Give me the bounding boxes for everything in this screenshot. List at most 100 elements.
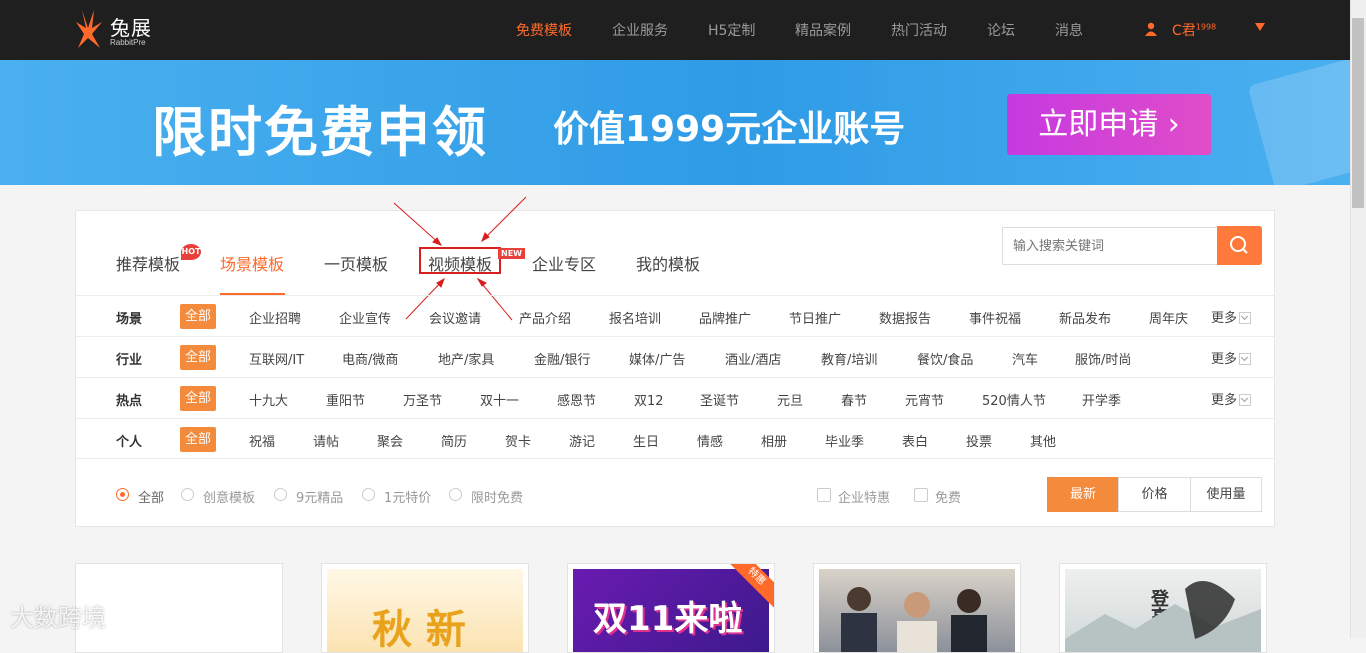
more-button[interactable]: 更多	[1211, 389, 1252, 408]
filter-item[interactable]: 新品发布	[1059, 308, 1111, 327]
user-name-text: C君	[1172, 23, 1196, 39]
more-button[interactable]: 更多	[1211, 348, 1252, 367]
template-card[interactable]: 秋 新	[321, 563, 529, 653]
filter-item[interactable]: 圣诞节	[700, 390, 739, 409]
filter-item[interactable]: 企业宣传	[339, 308, 391, 327]
radio-all[interactable]	[116, 488, 129, 501]
radio-label[interactable]: 9元精品	[296, 487, 343, 506]
filter-item[interactable]: 毕业季	[825, 431, 864, 450]
sort-usage-button[interactable]: 使用量	[1190, 477, 1262, 512]
filter-item[interactable]: 电商/微商	[342, 349, 398, 368]
template-card[interactable]: 双11来啦 特惠	[567, 563, 775, 653]
search-button[interactable]	[1217, 226, 1262, 265]
tab-recommended[interactable]: 推荐模板	[116, 251, 180, 275]
checkbox-free[interactable]	[914, 488, 928, 502]
nav-h5-custom[interactable]: H5定制	[708, 20, 755, 40]
filter-item[interactable]: 媒体/广告	[629, 349, 685, 368]
filter-item[interactable]: 会议邀请	[429, 308, 481, 327]
filter-item[interactable]: 汽车	[1012, 349, 1038, 368]
filter-item[interactable]: 情感	[697, 431, 723, 450]
apply-now-button[interactable]: 立即申请 ›	[1007, 94, 1211, 155]
filter-item[interactable]: 520情人节	[982, 390, 1046, 409]
nav-forum[interactable]: 论坛	[987, 20, 1015, 40]
nav-messages[interactable]: 消息	[1055, 20, 1083, 40]
filter-all-button[interactable]: 全部	[180, 304, 216, 329]
filter-item[interactable]: 地产/家具	[438, 349, 494, 368]
filter-item[interactable]: 服饰/时尚	[1075, 349, 1131, 368]
filter-item[interactable]: 其他	[1030, 431, 1056, 450]
template-card[interactable]: 登高望	[1059, 563, 1267, 653]
filter-item[interactable]: 产品介绍	[519, 308, 571, 327]
checkbox-label[interactable]: 企业特惠	[838, 487, 890, 506]
search-input[interactable]	[1002, 227, 1218, 265]
logo-subtext: RabbitPre	[110, 38, 146, 47]
checkbox-label[interactable]: 免费	[935, 487, 961, 506]
top-navbar: 兔展 RabbitPre 免费模板 企业服务 H5定制 精品案例 热门活动 论坛…	[0, 0, 1350, 60]
filter-all-button[interactable]: 全部	[180, 345, 216, 370]
radio-premium[interactable]	[274, 488, 287, 501]
filter-item[interactable]: 表白	[902, 431, 928, 450]
filter-item[interactable]: 开学季	[1082, 390, 1121, 409]
sort-newest-button[interactable]: 最新	[1047, 477, 1119, 512]
filter-item[interactable]: 教育/培训	[821, 349, 877, 368]
filter-item[interactable]: 聚会	[377, 431, 403, 450]
filter-item[interactable]: 报名培训	[609, 308, 661, 327]
filter-item[interactable]: 事件祝福	[969, 308, 1021, 327]
template-filter-panel: 推荐模板 HOT 场景模板 一页模板 视频模板 NEW 企业专区 我的模板 场景…	[75, 196, 1275, 527]
filter-item[interactable]: 游记	[569, 431, 595, 450]
radio-label[interactable]: 创意模板	[203, 487, 255, 506]
nav-events[interactable]: 热门活动	[891, 20, 947, 40]
filter-item[interactable]: 互联网/IT	[249, 349, 304, 368]
filter-item[interactable]: 感恩节	[557, 390, 596, 409]
radio-limited-free[interactable]	[449, 488, 462, 501]
filter-item[interactable]: 简历	[441, 431, 467, 450]
promo-banner[interactable]: 限时免费申领 价值1999元企业账号 立即申请 ›	[0, 60, 1350, 185]
filter-item[interactable]: 双12	[634, 390, 664, 409]
scrollbar-thumb[interactable]	[1352, 18, 1364, 208]
filter-item[interactable]: 请帖	[313, 431, 339, 450]
filter-item[interactable]: 企业招聘	[249, 308, 301, 327]
filter-item[interactable]: 金融/银行	[534, 349, 590, 368]
filter-item[interactable]: 酒业/酒店	[725, 349, 781, 368]
filter-item[interactable]: 双十一	[480, 390, 519, 409]
tab-single-page[interactable]: 一页模板	[324, 251, 388, 275]
tab-scene[interactable]: 场景模板	[220, 251, 284, 275]
filter-item[interactable]: 重阳节	[326, 390, 365, 409]
filter-item[interactable]: 品牌推广	[699, 308, 751, 327]
filter-item[interactable]: 春节	[841, 390, 867, 409]
filter-item[interactable]: 周年庆	[1149, 308, 1188, 327]
tab-my-templates[interactable]: 我的模板	[636, 251, 700, 275]
radio-label[interactable]: 全部	[138, 487, 164, 506]
search-icon	[1230, 236, 1248, 254]
filter-all-button[interactable]: 全部	[180, 386, 216, 411]
logo[interactable]: 兔展 RabbitPre	[76, 8, 166, 52]
filter-all-button[interactable]: 全部	[180, 427, 216, 452]
sort-price-button[interactable]: 价格	[1118, 477, 1191, 512]
filter-item[interactable]: 数据报告	[879, 308, 931, 327]
filter-item[interactable]: 元旦	[777, 390, 803, 409]
filter-row-label: 场景	[116, 312, 143, 327]
filter-item[interactable]: 元宵节	[905, 390, 944, 409]
user-dropdown-icon[interactable]	[1255, 23, 1265, 31]
template-card[interactable]	[813, 563, 1021, 653]
filter-item[interactable]: 投票	[966, 431, 992, 450]
checkbox-enterprise-offer[interactable]	[817, 488, 831, 502]
more-button[interactable]: 更多	[1211, 307, 1252, 326]
filter-item[interactable]: 餐饮/食品	[917, 349, 973, 368]
radio-discount[interactable]	[362, 488, 375, 501]
nav-enterprise-service[interactable]: 企业服务	[612, 20, 668, 40]
filter-item[interactable]: 生日	[633, 431, 659, 450]
filter-item[interactable]: 节日推广	[789, 308, 841, 327]
filter-item[interactable]: 十九大	[249, 390, 288, 409]
nav-cases[interactable]: 精品案例	[795, 20, 851, 40]
radio-label[interactable]: 限时免费	[471, 487, 523, 506]
template-card[interactable]	[75, 563, 283, 653]
filter-item[interactable]: 相册	[761, 431, 787, 450]
nav-free-templates[interactable]: 免费模板	[516, 20, 572, 40]
filter-item[interactable]: 万圣节	[403, 390, 442, 409]
radio-creative[interactable]	[181, 488, 194, 501]
filter-item[interactable]: 贺卡	[505, 431, 531, 450]
filter-item[interactable]: 祝福	[249, 431, 275, 450]
user-name[interactable]: C君1998	[1172, 20, 1216, 40]
radio-label[interactable]: 1元特价	[384, 487, 431, 506]
